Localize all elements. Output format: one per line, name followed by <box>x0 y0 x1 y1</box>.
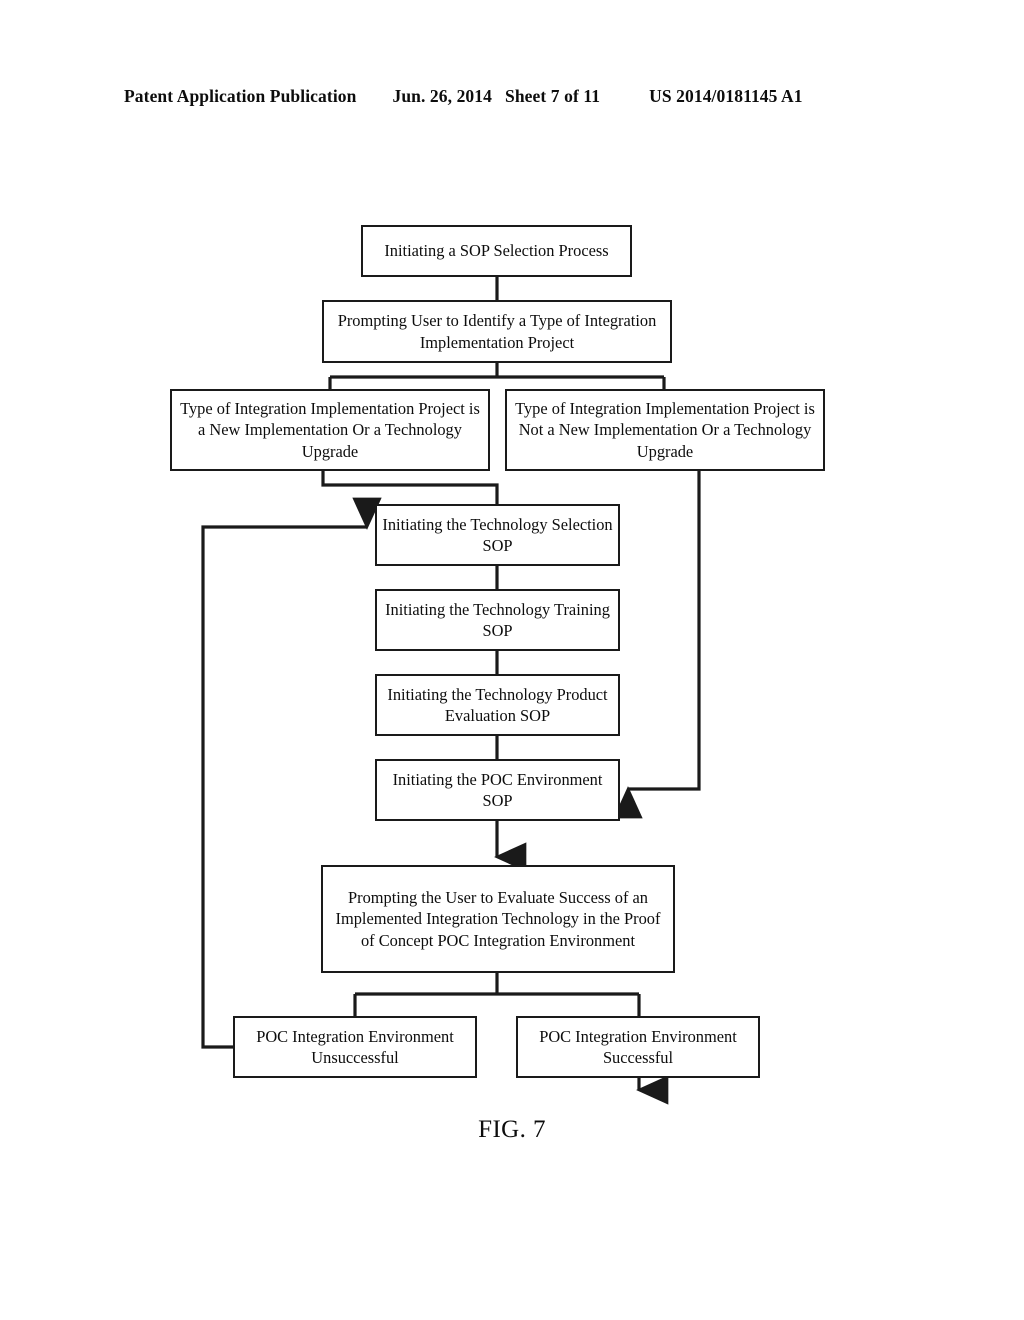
node-label: Type of Integration Implementation Proje… <box>180 399 480 461</box>
node-label: Prompting the User to Evaluate Success o… <box>335 888 661 950</box>
node-poc-environment-sop[interactable]: Initiating the POC Environment SOP <box>375 759 620 821</box>
node-type-is-not-new-implementation[interactable]: Type of Integration Implementation Proje… <box>505 389 825 471</box>
node-technology-training-sop[interactable]: Initiating the Technology Training SOP <box>375 589 620 651</box>
edge-right-branch-to-poc-env-sop <box>613 471 701 819</box>
node-label: POC Integration Environment Unsuccessful <box>256 1026 454 1067</box>
figure-caption: FIG. 7 <box>478 1116 546 1143</box>
node-label: Prompting User to Identify a Type of Int… <box>337 311 657 352</box>
node-label: Initiating the Technology Product Evalua… <box>387 684 608 725</box>
node-initiating-sop-selection[interactable]: Initiating a SOP Selection Process <box>361 225 632 277</box>
node-label: Initiating the POC Environment SOP <box>392 769 603 810</box>
node-prompting-user-evaluate-success[interactable]: Prompting the User to Evaluate Success o… <box>321 865 675 973</box>
node-technology-selection-sop[interactable]: Initiating the Technology Selection SOP <box>375 504 620 566</box>
node-type-is-new-implementation[interactable]: Type of Integration Implementation Proje… <box>170 389 490 471</box>
node-label: Type of Integration Implementation Proje… <box>515 399 815 461</box>
node-poc-successful[interactable]: POC Integration Environment Successful <box>516 1016 760 1078</box>
node-label: Initiating a SOP Selection Process <box>384 241 609 261</box>
node-label: POC Integration Environment Successful <box>539 1026 737 1067</box>
node-label: Initiating the Technology Training SOP <box>385 599 610 640</box>
edge-left-branch-to-selection-sop <box>321 471 499 504</box>
node-technology-product-evaluation-sop[interactable]: Initiating the Technology Product Evalua… <box>375 674 620 736</box>
node-label: Initiating the Technology Selection SOP <box>382 514 613 555</box>
node-prompting-user-identify-type[interactable]: Prompting User to Identify a Type of Int… <box>322 300 672 363</box>
flowchart-figure: Initiating a SOP Selection Process Promp… <box>0 0 1024 1320</box>
node-poc-unsuccessful[interactable]: POC Integration Environment Unsuccessful <box>233 1016 477 1078</box>
